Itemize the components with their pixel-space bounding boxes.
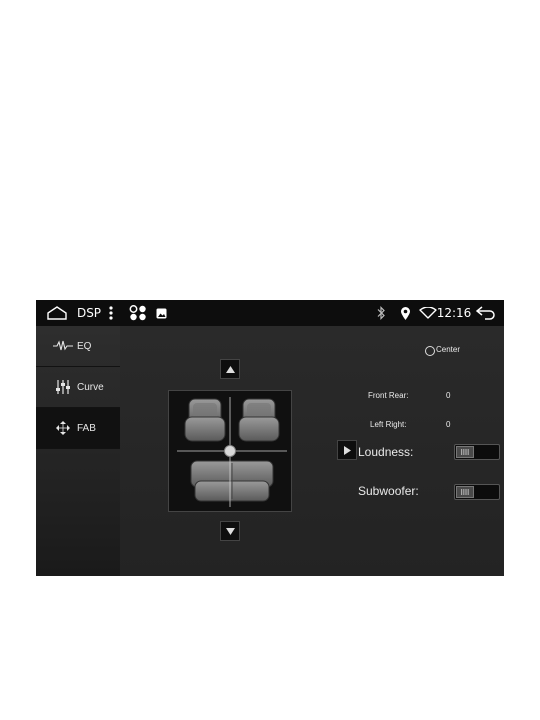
fab-panel: Center Front Rear: 0 Left Right: 0 Loudn… (120, 326, 504, 576)
triangle-down-icon (225, 527, 235, 535)
subwoofer-label: Subwoofer: (358, 484, 419, 498)
sliders-icon (53, 377, 73, 397)
sidebar-item-label: Curve (77, 381, 104, 393)
waveform-icon (53, 336, 73, 356)
toggle-knob (456, 486, 474, 498)
front-rear-value: 0 (446, 391, 451, 400)
grip-icon (461, 489, 469, 495)
balance-right-button[interactable] (337, 440, 357, 460)
front-rear-label: Front Rear: (368, 391, 409, 400)
status-bar: DSP 12:16 (36, 300, 504, 326)
center-radio[interactable] (425, 346, 435, 356)
fader-up-button[interactable] (220, 359, 240, 379)
loudness-toggle[interactable] (454, 444, 500, 460)
seat-position-pad[interactable] (168, 390, 292, 512)
rear-bench-seat (190, 460, 274, 502)
center-label: Center (436, 345, 461, 354)
home-icon[interactable] (46, 300, 68, 326)
left-right-label: Left Right: (370, 420, 407, 429)
sidebar-item-label: FAB (77, 422, 96, 434)
bluetooth-icon (372, 300, 390, 326)
app-title: DSP (76, 306, 102, 320)
triangle-up-icon (225, 365, 235, 373)
front-right-seat (238, 398, 280, 442)
fader-arrows-icon (53, 418, 73, 438)
left-right-value: 0 (446, 420, 451, 429)
toggle-knob (456, 446, 474, 458)
more-vert-icon[interactable] (106, 300, 116, 326)
head-unit-screen: DSP 12:16 EQ Curve FAB Center Front Rear… (36, 300, 504, 576)
sidebar-item-label: EQ (77, 340, 92, 352)
sidebar-item-fab[interactable]: FAB (36, 408, 120, 449)
sidebar-item-eq[interactable]: EQ (36, 326, 120, 367)
subwoofer-toggle[interactable] (454, 484, 500, 500)
location-icon (397, 300, 413, 326)
clock: 12:16 (436, 306, 472, 320)
back-icon[interactable] (474, 300, 498, 326)
fader-down-button[interactable] (220, 521, 240, 541)
loudness-label: Loudness: (358, 445, 414, 459)
grip-icon (461, 449, 469, 455)
wifi-icon (418, 300, 438, 326)
triangle-right-icon (343, 445, 351, 455)
image-icon[interactable] (154, 300, 168, 326)
apps-icon[interactable] (128, 300, 148, 326)
front-left-seat (184, 398, 226, 442)
sidebar: EQ Curve FAB (36, 326, 120, 576)
sidebar-item-curve[interactable]: Curve (36, 367, 120, 408)
fader-position-marker (224, 445, 236, 457)
